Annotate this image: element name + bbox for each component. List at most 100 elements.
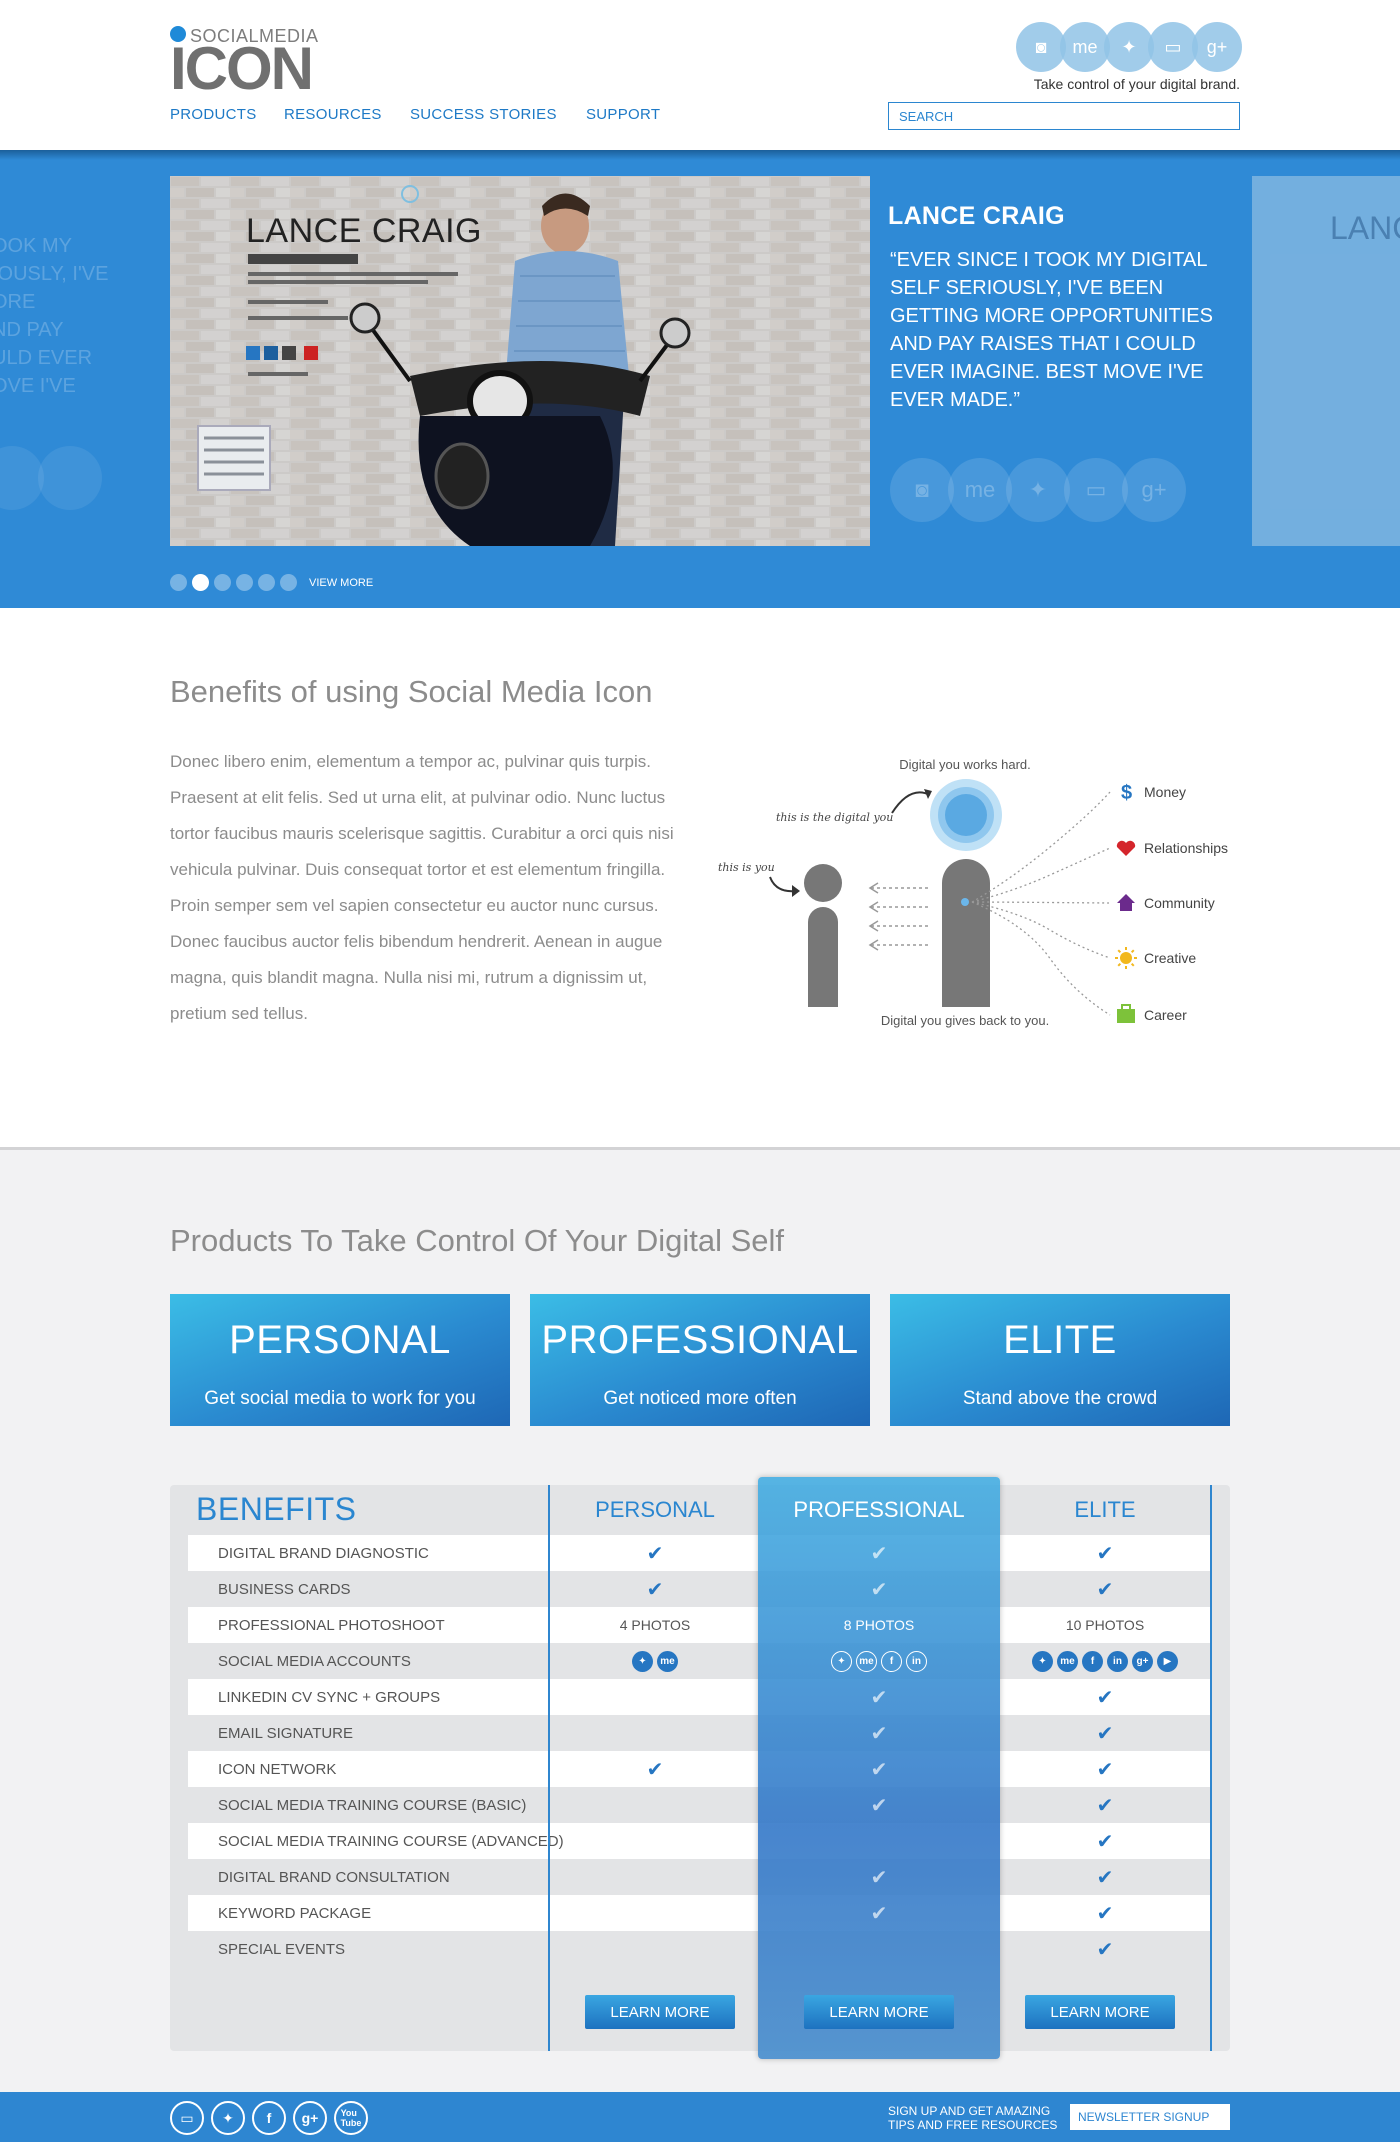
facebook-icon: f (881, 1650, 902, 1672)
table-row: DIGITAL BRAND DIAGNOSTIC ✔ ✔ (188, 1535, 1210, 1571)
googleplus-icon[interactable]: g+ (1122, 458, 1186, 522)
cell-elite: ✔ (1000, 1931, 1210, 1967)
aboutme-icon[interactable]: me (1060, 22, 1110, 72)
googleplus-icon[interactable]: g+ (293, 2101, 327, 2135)
carousel-dot[interactable] (214, 574, 231, 591)
cell-professional: ✔ (758, 1751, 1000, 1787)
table-row: BUSINESS CARDS ✔ ✔ (188, 1571, 1210, 1607)
row-label: SOCIAL MEDIA ACCOUNTS (218, 1653, 411, 1670)
row-label: ICON NETWORK (218, 1761, 337, 1778)
aboutme-icon[interactable]: me (948, 458, 1012, 522)
facebook-icon[interactable]: f (252, 2101, 286, 2135)
checkmark-icon: ✔ (870, 1686, 888, 1709)
testimonial-photo[interactable]: LANCE CRAIG (170, 176, 870, 546)
next-slide-ghost[interactable]: LANC (1252, 176, 1400, 546)
youtube-icon[interactable]: You Tube (334, 2101, 368, 2135)
card-icon[interactable]: ▭ (1064, 458, 1128, 522)
arrow-to-digital-you (891, 791, 931, 814)
twitter-icon[interactable]: ✦ (1104, 22, 1154, 72)
logo[interactable]: SOCIALMEDIA ICON (170, 24, 340, 102)
photo-overlay-name: LANCE CRAIG (246, 212, 482, 250)
googleplus-icon[interactable]: g+ (1192, 22, 1242, 72)
carousel-dot[interactable] (258, 574, 275, 591)
carousel-dot[interactable] (236, 574, 253, 591)
product-card-subtitle: Get noticed more often (603, 1388, 797, 1409)
cell-value: 8 PHOTOS (843, 1617, 915, 1633)
cell-value: 4 PHOTOS (619, 1617, 691, 1633)
row-label: EMAIL SIGNATURE (218, 1725, 354, 1742)
product-card-professional[interactable]: PROFESSIONAL Get noticed more often (530, 1294, 870, 1426)
twitter-icon: ✦ (632, 1650, 653, 1672)
youtube-icon: ▶ (1157, 1650, 1178, 1672)
cell-elite: ✔ (1000, 1787, 1210, 1823)
linkedin-icon: in (1107, 1650, 1128, 1672)
you-head (804, 864, 842, 902)
learn-more-professional-button[interactable]: LEARN MORE (804, 1995, 954, 2029)
card-icon[interactable]: ▭ (1148, 22, 1198, 72)
svg-text:$: $ (1121, 782, 1132, 804)
checkmark-icon: ✔ (870, 1722, 888, 1745)
learn-more-personal-button[interactable]: LEARN MORE (585, 1995, 735, 2029)
next-slide-ghost-name: LANC (1330, 210, 1400, 246)
products-title: Products To Take Control Of Your Digital… (170, 1223, 785, 1258)
cell-elite: ✔ (1000, 1571, 1210, 1607)
search-input[interactable] (888, 102, 1240, 130)
card-icon[interactable]: ▭ (170, 2101, 204, 2135)
product-card-title: PERSONAL (229, 1318, 451, 1362)
column-divider (1210, 1485, 1212, 2051)
cell-elite: ✦ me f in g+ ▶ (1000, 1643, 1210, 1679)
table-row: DIGITAL BRAND CONSULTATION ✔ (188, 1859, 1210, 1895)
newsletter-signup-button[interactable]: NEWSLETTER SIGNUP (1070, 2104, 1230, 2130)
dollar-icon: $ (1121, 782, 1132, 804)
testimonial-name: LANCE CRAIG (888, 202, 1065, 230)
site-footer: ▭ ✦ f g+ You Tube SIGN UP AND GET AMAZING TI… (0, 2092, 1400, 2142)
checkmark-icon: ✔ (1096, 1758, 1114, 1781)
aboutme-icon: me (657, 1650, 678, 1672)
carousel-dot[interactable] (192, 574, 209, 591)
camera-icon[interactable]: ◙ (1016, 22, 1066, 72)
nav-products[interactable]: PRODUCTS (170, 106, 257, 123)
cell-personal (550, 1859, 760, 1895)
cell-professional: ✔ (758, 1679, 1000, 1715)
comparison-table: BENEFITS DIGITAL BRAND DIAGNOSTIC ✔ ✔ BUSIN… (170, 1477, 1230, 2059)
table-header-professional: PROFESSIONAL (793, 1497, 965, 1522)
facebook-icon: f (1082, 1650, 1103, 1672)
cell-personal (550, 1931, 760, 1967)
table-row: SOCIAL MEDIA TRAINING COURSE (BASIC) ✔ (188, 1787, 1210, 1823)
briefcase-icon (1117, 1004, 1135, 1023)
camera-icon[interactable]: ◙ (890, 458, 954, 522)
cell-professional: ✔ (758, 1715, 1000, 1751)
product-card-personal[interactable]: PERSONAL Get social media to work for yo… (170, 1294, 510, 1426)
row-label: LINKEDIN CV SYNC + GROUPS (218, 1689, 441, 1706)
product-card-elite[interactable]: ELITE Stand above the crowd (890, 1294, 1230, 1426)
cell-elite: ✔ (1000, 1751, 1210, 1787)
carousel-dot[interactable] (170, 574, 187, 591)
house-icon (1117, 894, 1135, 911)
learn-more-elite-button[interactable]: LEARN MORE (1025, 1995, 1175, 2029)
row-label: DIGITAL BRAND DIAGNOSTIC (218, 1545, 429, 1562)
checkmark-icon: ✔ (646, 1542, 664, 1565)
previous-slide-ghost-text: OOK MY IOUSLY, I'VE ORE ND PAY ULD EVER … (0, 235, 109, 397)
checkmark-icon: ✔ (1096, 1902, 1114, 1925)
sun-icon (1115, 947, 1137, 969)
view-more-link[interactable]: VIEW MORE (309, 577, 373, 589)
nav-support[interactable]: SUPPORT (586, 106, 660, 123)
checkmark-icon: ✔ (870, 1866, 888, 1889)
cell-professional: ✔ (758, 1571, 1000, 1607)
site-header: SOCIALMEDIA ICON ◙ me ✦ ▭ g+ Take control of… (0, 0, 1400, 150)
table-header-benefits: BENEFITS (196, 1491, 357, 1527)
diagram-top-label: Digital you works hard. (899, 757, 1031, 772)
nav-success-stories[interactable]: SUCCESS STORIES (410, 106, 557, 123)
nav-resources[interactable]: RESOURCES (284, 106, 382, 123)
checkmark-icon: ✔ (1096, 1686, 1114, 1709)
cell-personal (550, 1895, 760, 1931)
branch-line (971, 901, 1111, 959)
twitter-icon[interactable]: ✦ (211, 2101, 245, 2135)
header-social-icons: ◙ me ✦ ▭ g+ (1016, 22, 1242, 72)
cell-elite: ✔ (1000, 1535, 1210, 1571)
twitter-icon[interactable]: ✦ (1006, 458, 1070, 522)
twitter-icon: ✦ (1032, 1650, 1053, 1672)
carousel-dot[interactable] (280, 574, 297, 591)
row-label: BUSINESS CARDS (218, 1581, 351, 1598)
checkmark-icon: ✔ (870, 1578, 888, 1601)
